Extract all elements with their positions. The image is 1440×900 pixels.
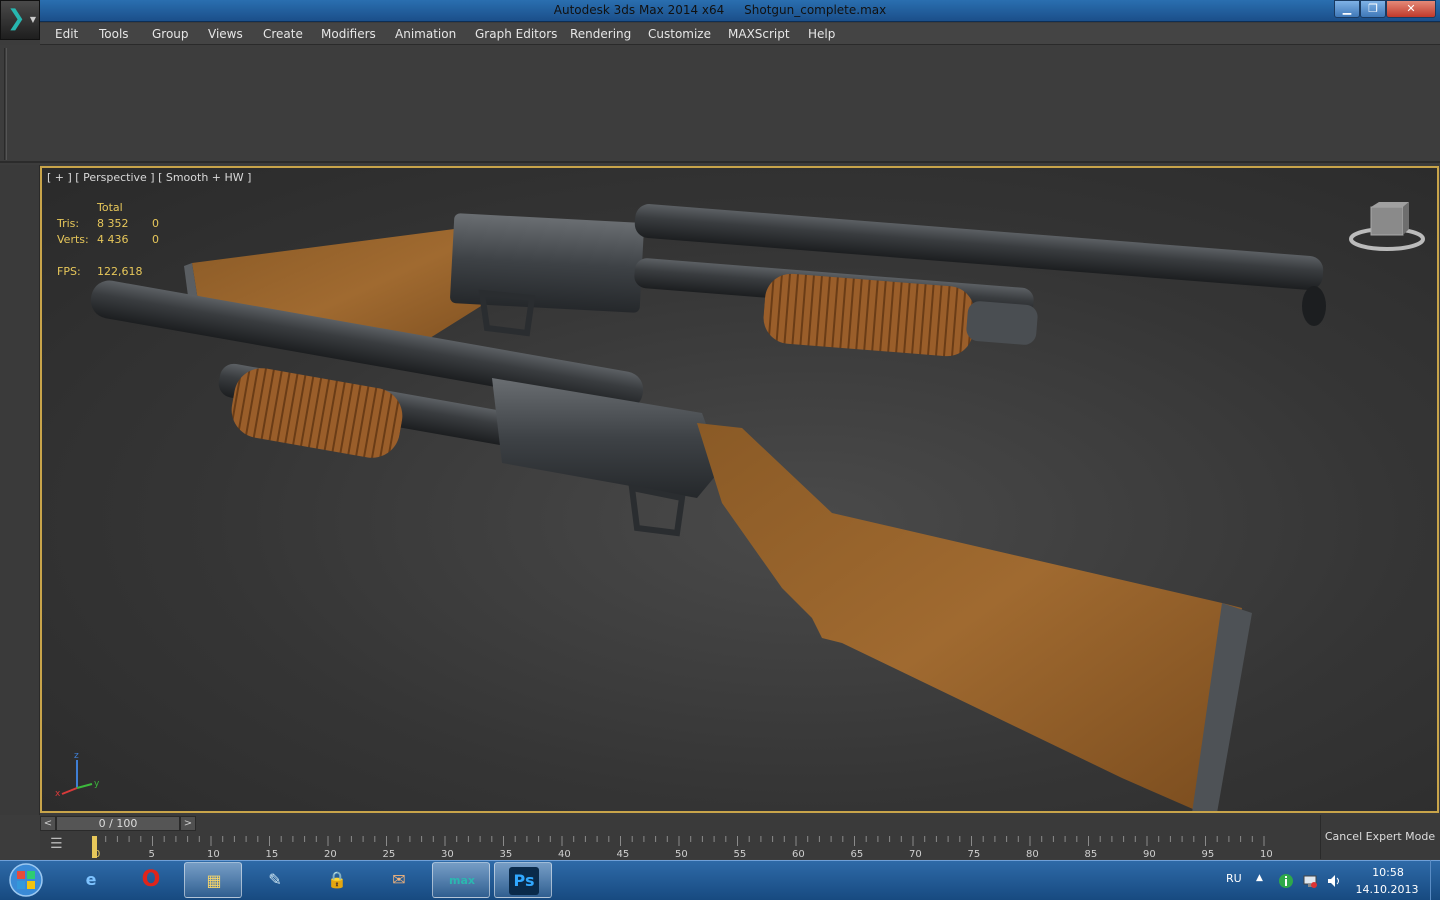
- curve-editor-icon[interactable]: ☰: [50, 836, 72, 854]
- time-slider-bar: [40, 815, 1320, 832]
- file-name: Shotgun_complete.max: [744, 3, 887, 17]
- menu-maxscript[interactable]: MAXScript: [728, 27, 790, 41]
- ruler-tick-label: 95: [1202, 849, 1215, 859]
- 3dsmax-logo-icon: ❯: [7, 6, 26, 31]
- ruler-tick-label: 55: [734, 849, 747, 859]
- viewcube-icon[interactable]: [1347, 201, 1427, 261]
- taskbar-lock-button[interactable]: 🔒: [308, 862, 366, 898]
- info-tray-icon[interactable]: [1278, 873, 1294, 889]
- ruler-ticks: 0 5 10 15 20 25 30 35 40 45 50 55 60 65 70 75 80 85 90 95 10…: [93, 836, 1272, 859]
- ribbon-grip-handle[interactable]: [4, 48, 7, 160]
- menu-customize[interactable]: Customize: [648, 27, 711, 41]
- stats-header: Total: [97, 201, 123, 214]
- menu-help[interactable]: Help: [808, 27, 835, 41]
- taskbar-opera-button[interactable]: O: [122, 862, 180, 898]
- lock-icon: 🔒: [327, 870, 347, 889]
- ruler-tick-label: 20: [324, 849, 337, 859]
- language-indicator[interactable]: RU: [1226, 872, 1242, 885]
- ruler-tick-label: 15: [266, 849, 279, 859]
- axis-y-label: y: [94, 779, 100, 789]
- menu-rendering[interactable]: Rendering: [570, 27, 631, 41]
- application-menu-button[interactable]: ❯ ▼: [0, 0, 40, 40]
- time-slider-prev-button[interactable]: <: [40, 816, 56, 831]
- menu-graph-editors[interactable]: Graph Editors: [475, 27, 557, 41]
- menu-animation[interactable]: Animation: [395, 27, 456, 41]
- close-button[interactable]: ✕: [1386, 0, 1436, 18]
- viewport-label-menu[interactable]: [ + ] [ Perspective ] [ Smooth + HW ]: [47, 171, 251, 184]
- show-hidden-icons-button[interactable]: ▲: [1256, 873, 1263, 883]
- ruler-tick-label: 60: [792, 849, 805, 859]
- start-button[interactable]: [4, 862, 48, 898]
- ruler-tick-label: 90: [1143, 849, 1156, 859]
- menu-tools[interactable]: Tools: [99, 27, 129, 41]
- folder-icon: ▦: [206, 871, 222, 890]
- maximize-button[interactable]: ❐: [1360, 0, 1386, 18]
- ruler-tick-label: 10: [207, 849, 220, 859]
- ruler-tick-label: 70: [909, 849, 922, 859]
- ruler-tick-label: 85: [1085, 849, 1098, 859]
- stats-tris-selected: 0: [152, 217, 159, 230]
- taskbar-3dsmax-button[interactable]: max: [432, 862, 490, 898]
- clock-date[interactable]: 14.10.2013: [1352, 883, 1422, 896]
- shotgun-model-render: [90, 204, 1326, 811]
- ruler-tick-label: 25: [383, 849, 396, 859]
- ruler-tick-label: 40: [558, 849, 571, 859]
- taskbar-ie-button[interactable]: e: [62, 862, 120, 898]
- ruler-tick-label: 30: [441, 849, 454, 859]
- ruler-tick-label: 100: [1260, 849, 1272, 859]
- menu-views[interactable]: Views: [208, 27, 243, 41]
- 3dsmax-icon: max: [449, 874, 475, 887]
- taskbar-messenger-button[interactable]: ✉: [370, 862, 428, 898]
- ruler-tick-label: 45: [617, 849, 630, 859]
- ruler-tick-label: 35: [500, 849, 513, 859]
- shotgun-bottom: [90, 280, 1252, 811]
- stats-verts-total: 4 436: [97, 233, 129, 246]
- ruler-tick-label: 80: [1026, 849, 1039, 859]
- ribbon-panel: [0, 45, 1440, 163]
- menu-bar: Edit Tools Group Views Create Modifiers …: [40, 23, 1440, 45]
- stats-fps-value: 122,618: [97, 265, 143, 278]
- menu-group[interactable]: Group: [152, 27, 189, 41]
- ruler-tick-label: 65: [851, 849, 864, 859]
- app-title: Autodesk 3ds Max 2014 x64: [553, 3, 725, 17]
- ie-icon: e: [85, 870, 97, 889]
- left-dock-panel: [0, 165, 40, 815]
- show-desktop-button[interactable]: [1430, 860, 1440, 900]
- notepad-icon: ✎: [268, 870, 282, 889]
- messenger-icon: ✉: [392, 870, 406, 889]
- stats-tris-total: 8 352: [97, 217, 129, 230]
- ruler-tick-label: 5: [149, 849, 155, 859]
- axis-tripod-icon: z x y: [55, 751, 100, 798]
- opera-icon: O: [141, 867, 161, 892]
- volume-tray-icon[interactable]: [1326, 873, 1342, 889]
- menu-modifiers[interactable]: Modifiers: [321, 27, 376, 41]
- perspective-viewport[interactable]: [ + ] [ Perspective ] [ Smooth + HW ] To…: [40, 166, 1439, 813]
- ruler-tick-label: 75: [968, 849, 981, 859]
- minimize-button[interactable]: ▁: [1334, 0, 1360, 18]
- frame-ruler[interactable]: 0 5 10 15 20 25 30 35 40 45 50 55 60 65 70 75 80 85 90 95 10…: [92, 832, 1272, 859]
- taskbar-notepad-button[interactable]: ✎: [246, 862, 304, 898]
- cancel-expert-mode-button[interactable]: Cancel Expert Mode: [1320, 830, 1440, 843]
- taskbar-photoshop-button[interactable]: Ps: [494, 862, 552, 898]
- chevron-down-icon: ▼: [29, 15, 36, 24]
- taskbar-explorer-button[interactable]: ▦: [184, 862, 242, 898]
- photoshop-icon: Ps: [509, 867, 539, 895]
- current-frame-marker[interactable]: [92, 836, 97, 858]
- menu-edit[interactable]: Edit: [55, 27, 78, 41]
- clock-time[interactable]: 10:58: [1360, 866, 1416, 879]
- window-title: Autodesk 3ds Max 2014 x64 Shotgun_comple…: [0, 3, 1440, 17]
- ruler-tick-label: 50: [675, 849, 688, 859]
- stats-verts-label: Verts:: [57, 233, 89, 246]
- stats-fps-label: FPS:: [57, 265, 81, 278]
- time-slider-frame[interactable]: 0 / 100: [56, 816, 180, 831]
- menu-create[interactable]: Create: [263, 27, 303, 41]
- axis-x-label: x: [55, 789, 61, 798]
- axis-z-label: z: [74, 751, 79, 761]
- stats-verts-selected: 0: [152, 233, 159, 246]
- time-slider-next-button[interactable]: >: [180, 816, 196, 831]
- network-tray-icon[interactable]: [1302, 873, 1318, 889]
- stats-tris-label: Tris:: [57, 217, 80, 230]
